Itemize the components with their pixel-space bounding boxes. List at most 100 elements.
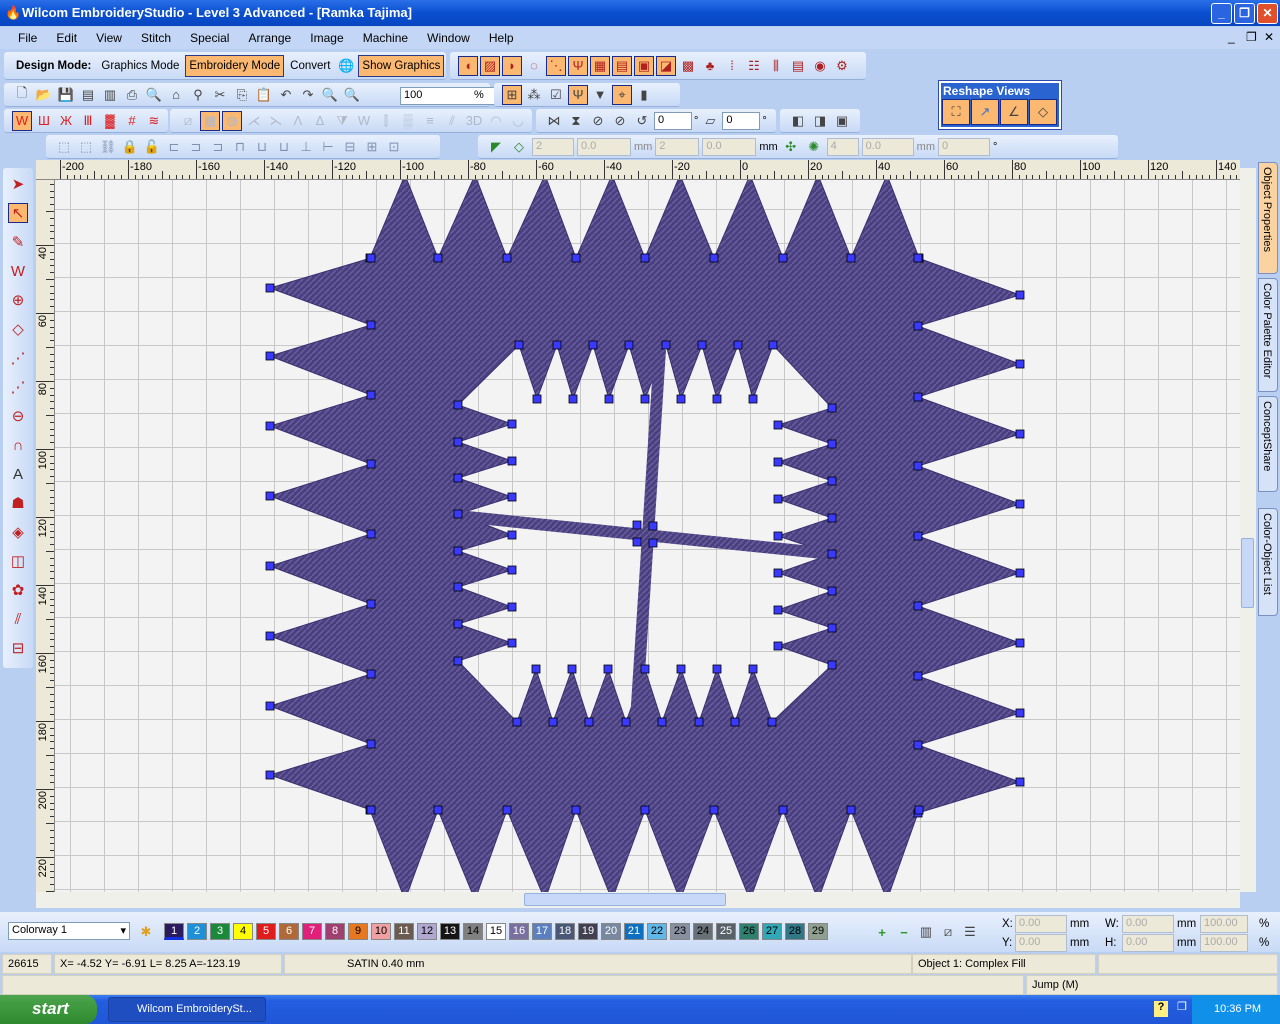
link-icon[interactable]: ⛓	[98, 137, 118, 157]
people-icon[interactable]: ☗	[8, 493, 28, 513]
reshape-node[interactable]	[507, 602, 517, 612]
reshape-node[interactable]	[502, 253, 512, 263]
color-swatch-18[interactable]: 18	[555, 923, 575, 940]
reshape-select-icon[interactable]: ⛶	[942, 99, 970, 125]
h-input[interactable]: 0.00	[1122, 934, 1174, 952]
e10-icon[interactable]: ⫿	[376, 111, 396, 131]
reshape-node[interactable]	[913, 461, 923, 471]
param-7[interactable]: 0	[937, 137, 990, 156]
color-swatch-2[interactable]: 2	[187, 923, 207, 940]
reshape-node[interactable]	[584, 717, 594, 727]
reshape-node[interactable]	[603, 664, 613, 674]
e8-icon[interactable]: ⧩	[332, 111, 352, 131]
3d-icon[interactable]: 3D	[464, 111, 484, 131]
funnel-icon[interactable]: ▼	[590, 85, 610, 105]
reshape-node[interactable]	[453, 546, 463, 556]
reshape-node[interactable]	[366, 805, 376, 815]
reshape-node[interactable]	[913, 392, 923, 402]
lettering-icon[interactable]: A	[8, 464, 28, 484]
tab-color-palette-editor[interactable]: Color Palette Editor	[1258, 278, 1278, 392]
reshape-node[interactable]	[265, 561, 275, 571]
reshape-node[interactable]	[366, 739, 376, 749]
dots-icon[interactable]: ⁞	[722, 56, 742, 76]
reshape-node[interactable]	[265, 631, 275, 641]
reshape-node[interactable]	[827, 623, 837, 633]
space-icon[interactable]: ⊟	[340, 137, 360, 157]
pen-icon[interactable]: ✎	[8, 232, 28, 252]
fit-icon[interactable]: ⊡	[384, 137, 404, 157]
reshape-node[interactable]	[1015, 708, 1025, 718]
reshape-node[interactable]	[632, 537, 642, 547]
color-list-icon[interactable]: ☰	[960, 922, 980, 942]
align-right-icon[interactable]: ⊐	[208, 137, 228, 157]
menu-image[interactable]: Image	[310, 31, 343, 45]
w-input[interactable]: 0.00	[1122, 915, 1174, 933]
close-button[interactable]: ✕	[1257, 3, 1278, 24]
color-swatch-15[interactable]: 15	[486, 923, 506, 940]
print-icon[interactable]: ⎙	[122, 85, 142, 105]
reshape-node[interactable]	[571, 805, 581, 815]
e13-icon[interactable]: ⫽	[442, 111, 462, 131]
reshape-arrow-icon[interactable]: ↗	[971, 99, 999, 125]
grid-icon[interactable]: ▦	[590, 55, 610, 76]
concept-icon[interactable]: ◉	[810, 56, 830, 76]
reshape-node[interactable]	[712, 664, 722, 674]
artwork-icon[interactable]: ◪	[656, 55, 676, 76]
picture-icon[interactable]: ▩	[678, 56, 698, 76]
color-swatch-9[interactable]: 9	[348, 923, 368, 940]
step-icon[interactable]: Ж	[56, 111, 76, 131]
vertical-scroll-thumb[interactable]	[1241, 538, 1254, 608]
color-swatch-11[interactable]: 11	[394, 923, 414, 940]
reshape-node[interactable]	[366, 459, 376, 469]
color-swatch-24[interactable]: 24	[693, 923, 713, 940]
reshape-node[interactable]	[604, 394, 614, 404]
color-swatch-4[interactable]: 4	[233, 923, 253, 940]
show-nodes-icon[interactable]: ⁂	[524, 85, 544, 105]
reshape-node[interactable]	[453, 437, 463, 447]
complex-fill-icon[interactable]: ◖	[458, 55, 478, 76]
reshape-node[interactable]	[366, 669, 376, 679]
color-swatch-8[interactable]: 8	[325, 923, 345, 940]
reshape-node[interactable]	[773, 568, 783, 578]
export-icon[interactable]: ▤	[78, 85, 98, 105]
reshape-node[interactable]	[913, 740, 923, 750]
align-top-icon[interactable]: ⊓	[230, 137, 250, 157]
reshape-node[interactable]	[773, 494, 783, 504]
group-icon[interactable]: ⬚	[54, 137, 74, 157]
reshape-node[interactable]	[648, 538, 658, 548]
circle-icon[interactable]: ⊖	[8, 406, 28, 426]
reshape-node[interactable]	[827, 476, 837, 486]
reshape-node[interactable]	[676, 394, 686, 404]
menu-arrange[interactable]: Arrange	[249, 31, 292, 45]
color-swatch-13[interactable]: 13	[440, 923, 460, 940]
reshape-node[interactable]	[913, 601, 923, 611]
color-swatch-27[interactable]: 27	[762, 923, 782, 940]
x-input[interactable]: 0.00	[1015, 915, 1067, 933]
reshape-node[interactable]	[640, 253, 650, 263]
e9-icon[interactable]: W	[354, 111, 374, 131]
reshape-node[interactable]	[1015, 499, 1025, 509]
reshape-node[interactable]	[827, 660, 837, 670]
line-tool-icon[interactable]: ⋰	[8, 377, 28, 397]
reshape-node[interactable]	[453, 619, 463, 629]
align-icon[interactable]: ⊟	[8, 638, 28, 658]
e6-icon[interactable]: Λ	[288, 111, 308, 131]
reshape-node[interactable]	[914, 805, 924, 815]
reshape-node[interactable]	[366, 320, 376, 330]
effect3-icon[interactable]: ◍	[222, 110, 242, 131]
select-icon[interactable]: ➤	[8, 174, 28, 194]
color-swatch-17[interactable]: 17	[532, 923, 552, 940]
paste-icon[interactable]: 📋	[254, 85, 274, 105]
reshape-node[interactable]	[621, 717, 631, 727]
color-swatch-29[interactable]: 29	[808, 923, 828, 940]
reshape-node[interactable]	[913, 253, 923, 263]
embroidery-design[interactable]	[55, 180, 1240, 892]
reshape-node[interactable]	[709, 253, 719, 263]
reshape-node[interactable]	[507, 565, 517, 575]
tatami-icon[interactable]: Ш	[34, 111, 54, 131]
reshape-node[interactable]	[773, 531, 783, 541]
reshape-node[interactable]	[913, 531, 923, 541]
satin-icon[interactable]: ▨	[480, 55, 500, 76]
satin-tool-icon[interactable]: W	[8, 261, 28, 281]
arc-icon[interactable]: ∩	[8, 435, 28, 455]
